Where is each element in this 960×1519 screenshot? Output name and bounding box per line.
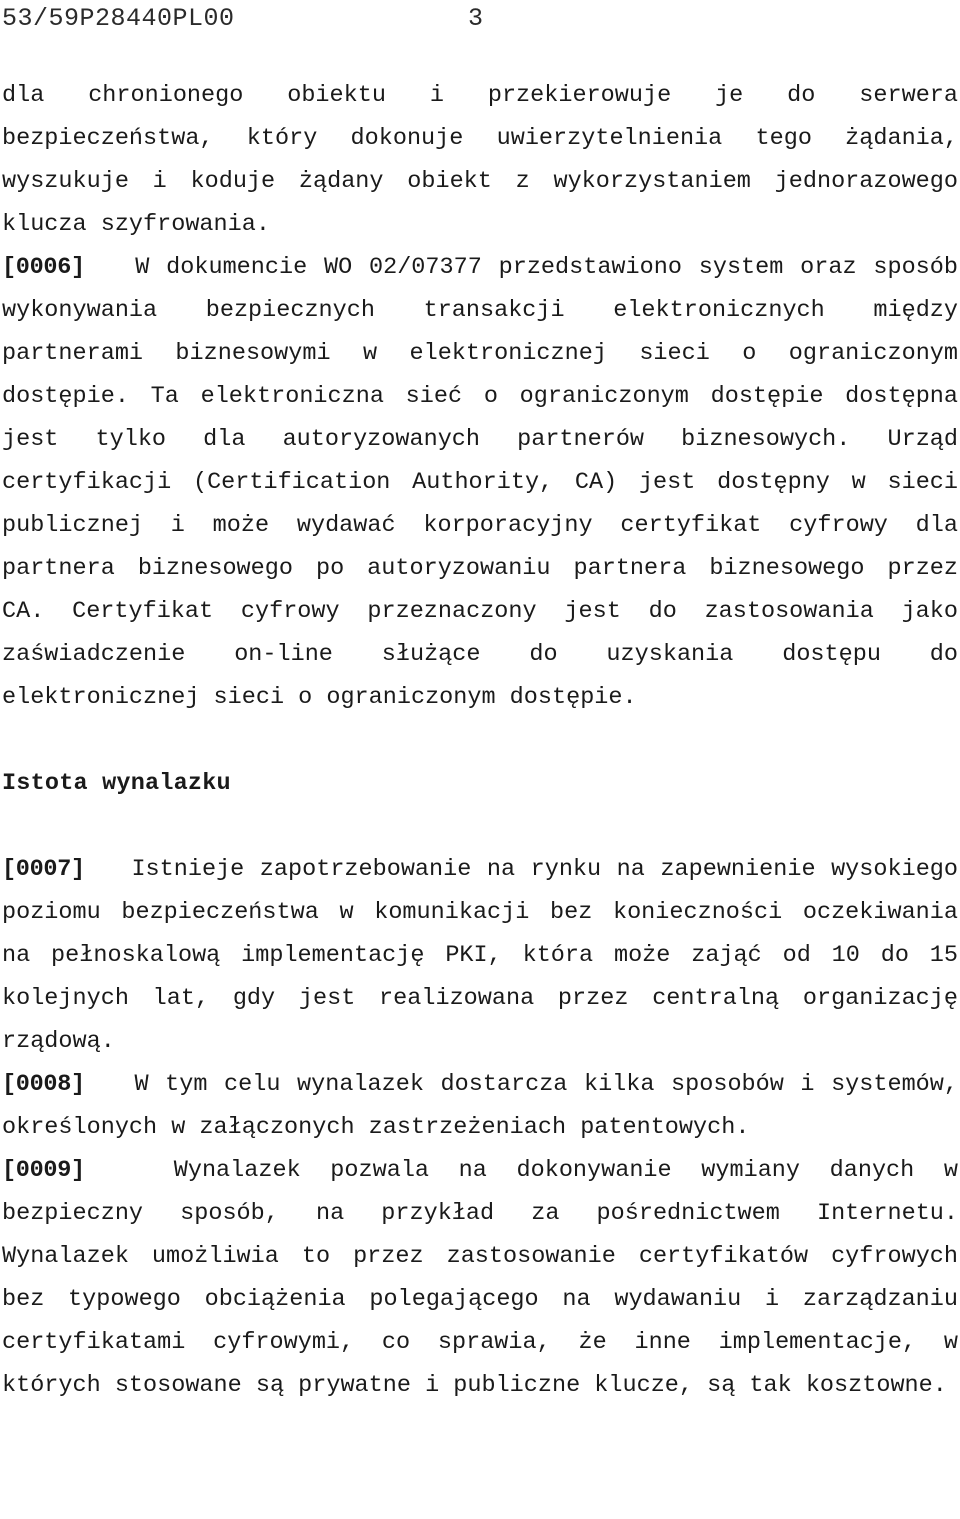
vertical-spacer: [2, 719, 958, 762]
paragraph-0007: [0007] Istnieje zapotrzebowanie na rynku…: [2, 848, 958, 1063]
marker-gap: [85, 856, 132, 883]
page-header: 53/59P28440PL00 3: [0, 0, 960, 48]
document-reference-number: 53/59P28440PL00: [2, 4, 235, 33]
paragraph-text: W tym celu wynalazek dostarcza kilka spo…: [2, 1071, 958, 1141]
paragraph-text: dla chronionego obiektu i przekierowuje …: [2, 82, 958, 238]
paragraph-text: Istnieje zapotrzebowanie na rynku na zap…: [2, 856, 959, 1055]
vertical-spacer: [2, 805, 958, 848]
paragraph-continuation: dla chronionego obiektu i przekierowuje …: [2, 74, 958, 246]
marker-gap: [85, 254, 135, 281]
paragraph-text: Wynalazek pozwala na dokonywanie wymiany…: [2, 1157, 958, 1399]
paragraph-marker: [0006]: [2, 254, 85, 281]
paragraph-text: W dokumencie WO 02/07377 przedstawiono s…: [2, 254, 958, 711]
marker-gap: [85, 1157, 174, 1184]
paragraph-0006: [0006] W dokumencie WO 02/07377 przedsta…: [2, 246, 958, 719]
paragraph-0009: [0009] Wynalazek pozwala na dokonywanie …: [2, 1149, 958, 1407]
marker-gap: [85, 1071, 135, 1098]
paragraph-marker: [0007]: [2, 856, 85, 883]
section-heading-istota-wynalazku: Istota wynalazku: [2, 770, 231, 797]
paragraph-marker: [0009]: [2, 1157, 85, 1184]
page-number: 3: [468, 4, 484, 33]
paragraph-marker: [0008]: [2, 1071, 85, 1098]
document-body: dla chronionego obiektu i przekierowuje …: [2, 74, 958, 1407]
paragraph-0008: [0008] W tym celu wynalazek dostarcza ki…: [2, 1063, 958, 1149]
